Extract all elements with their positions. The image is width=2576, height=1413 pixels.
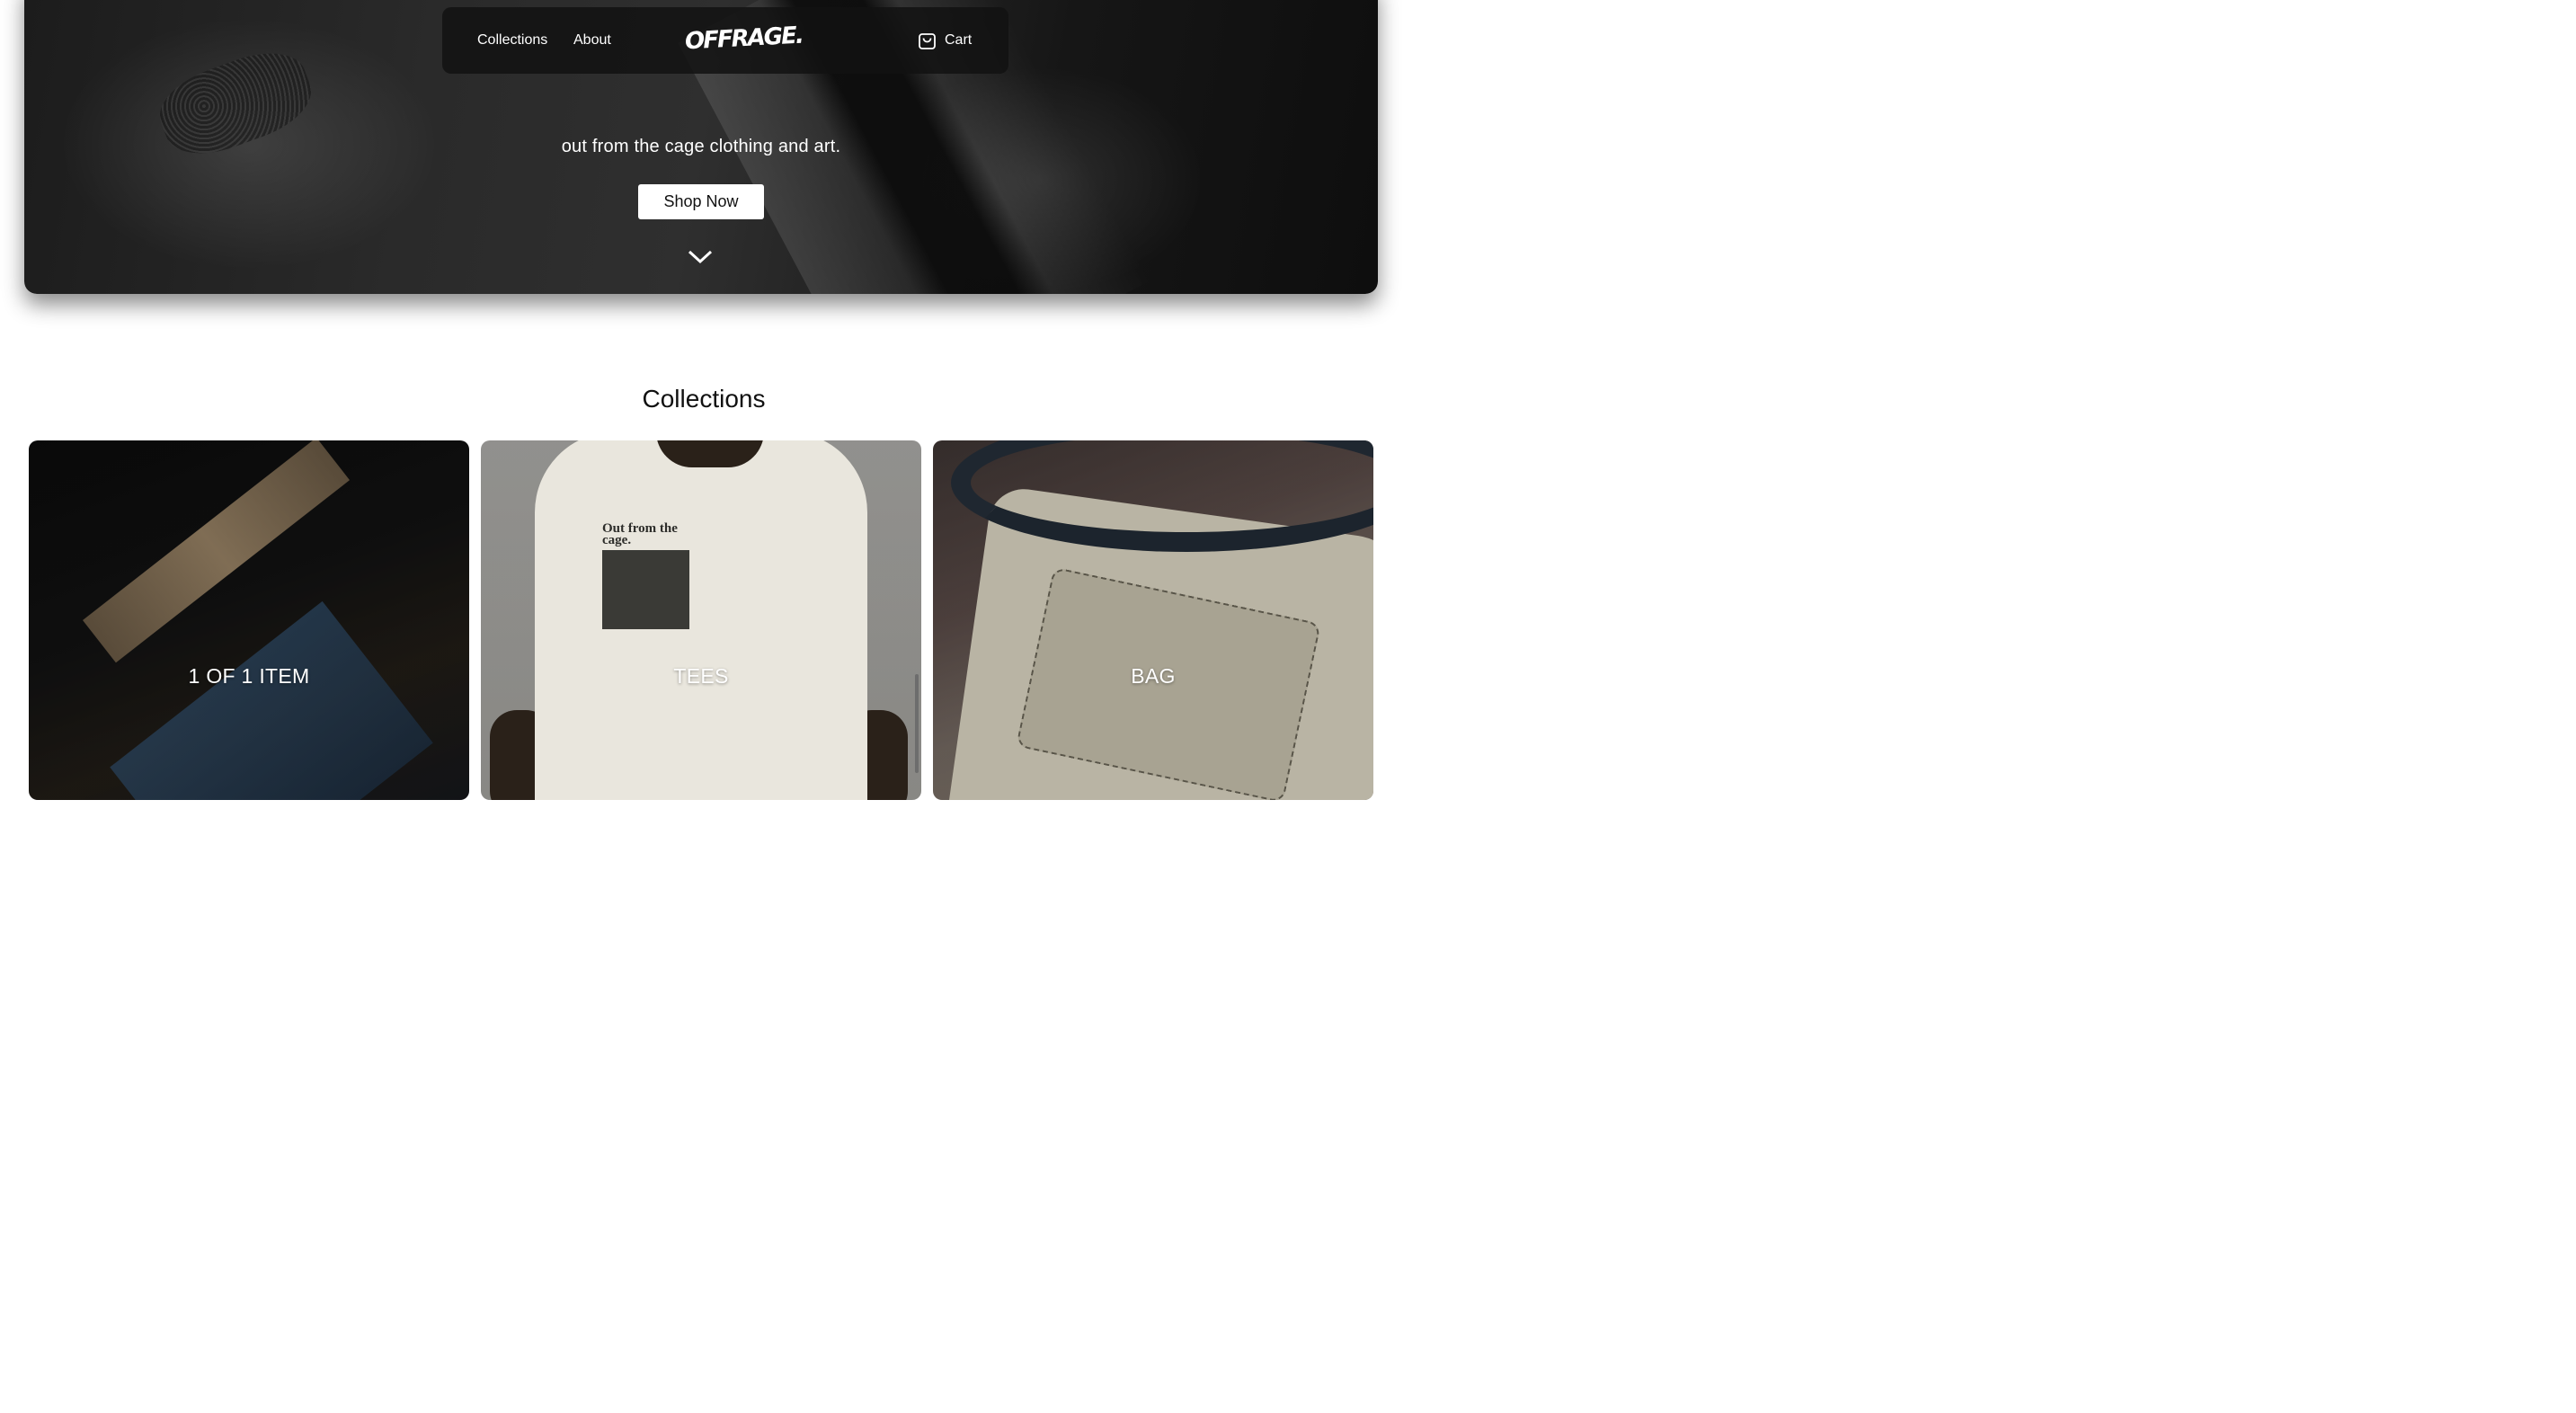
collection-card-bag[interactable]: BAG bbox=[933, 440, 1373, 800]
collection-card-1of1[interactable]: 1 OF 1 ITEM bbox=[29, 440, 469, 800]
nav-collections-link[interactable]: Collections bbox=[477, 32, 547, 49]
screen-print-mesh-image bbox=[110, 600, 433, 800]
hero-banner: Collections About OFFRAGE. Cart out from… bbox=[24, 0, 1378, 294]
collection-card-tees[interactable]: Out from the cage. TEES bbox=[481, 440, 921, 800]
tshirt-print-graphic bbox=[602, 550, 689, 629]
navbar: Collections About OFFRAGE. Cart bbox=[442, 7, 1008, 74]
brand-logo[interactable]: OFFRAGE. bbox=[684, 22, 803, 56]
tshirt-print-text: Out from the cage. bbox=[602, 521, 678, 547]
collections-heading: Collections bbox=[642, 385, 766, 413]
tshirt-image bbox=[535, 440, 867, 800]
scrollbar-thumb[interactable] bbox=[915, 674, 919, 773]
collection-card-label: 1 OF 1 ITEM bbox=[188, 664, 310, 688]
shopping-bag-icon bbox=[918, 31, 937, 50]
collection-card-label: TEES bbox=[673, 664, 729, 688]
hero-tagline: out from the cage clothing and art. bbox=[561, 137, 841, 156]
cart-label: Cart bbox=[945, 32, 973, 48]
collection-card-label: BAG bbox=[1131, 664, 1176, 688]
shop-now-button[interactable]: Shop Now bbox=[638, 184, 764, 219]
cart-button[interactable]: Cart bbox=[918, 31, 972, 50]
chevron-down-icon[interactable] bbox=[688, 250, 713, 269]
nav-about-link[interactable]: About bbox=[573, 32, 611, 49]
